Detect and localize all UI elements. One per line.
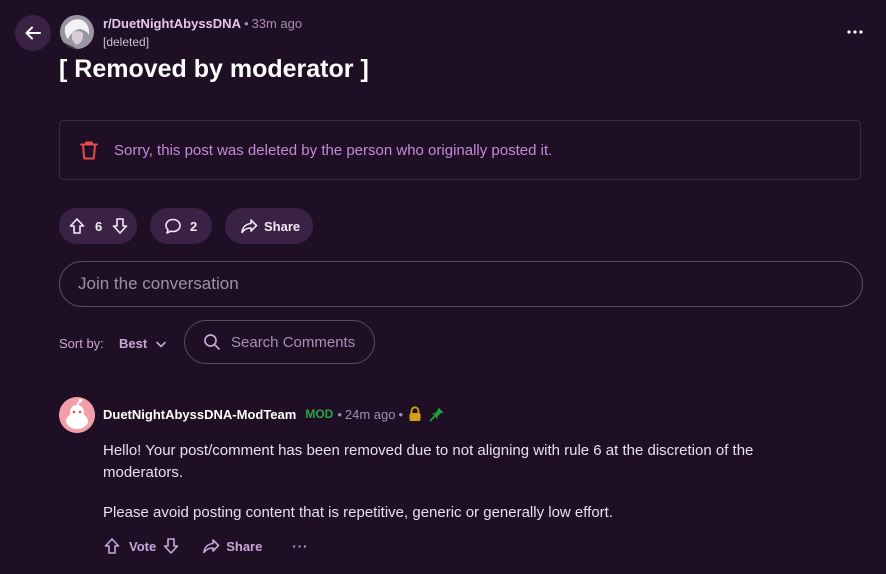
search-placeholder: Search Comments: [231, 333, 356, 351]
trash-icon: [80, 141, 98, 160]
comment-actions: Vote Share ···: [103, 535, 308, 557]
notice-text: Sorry, this post was deleted by the pers…: [114, 141, 553, 159]
comment-more-button[interactable]: ···: [292, 539, 308, 554]
join-placeholder: Join the conversation: [78, 274, 239, 293]
comment-meta: DuetNightAbyssDNA-ModTeam MOD • 24m ago …: [103, 406, 445, 422]
comment-time: 24m ago: [344, 406, 396, 422]
share-button[interactable]: Share: [225, 208, 313, 244]
post-meta: r/DuetNightAbyssDNA • 33m ago: [103, 16, 302, 31]
comment-upvote-button[interactable]: [103, 537, 121, 555]
comment-downvote-button[interactable]: [162, 537, 180, 555]
sort-value: Best: [119, 336, 148, 351]
comments-button[interactable]: 2: [150, 208, 212, 244]
vote-count: 6: [95, 218, 103, 234]
downvote-icon: [163, 538, 179, 554]
upvote-icon: [69, 218, 85, 234]
pin-icon: [429, 407, 444, 422]
mod-badge: MOD: [305, 407, 334, 421]
comment-avatar[interactable]: [59, 397, 95, 433]
sort-label: Sort by:: [59, 336, 104, 351]
lock-icon: [409, 406, 421, 421]
share-label: Share: [264, 218, 301, 234]
comment-share-label: Share: [226, 538, 263, 554]
comment-separator: •: [337, 406, 342, 422]
comment-body-paragraph-2: Please avoid posting content that is rep…: [103, 504, 614, 521]
upvote-icon: [104, 538, 120, 554]
comment-body-paragraph-1: Hello! Your post/comment has been remove…: [103, 442, 754, 481]
subreddit-avatar[interactable]: [60, 15, 94, 49]
post-title: [ Removed by moderator ]: [59, 55, 369, 83]
comment-icon: [165, 218, 181, 234]
deleted-notice: Sorry, this post was deleted by the pers…: [59, 120, 861, 180]
downvote-button[interactable]: [111, 217, 129, 235]
post-time: 33m ago: [251, 16, 303, 31]
sort-dropdown[interactable]: Best: [119, 336, 167, 351]
comment-separator-2: •: [398, 406, 404, 422]
comment-count: 2: [190, 218, 198, 234]
meta-separator: •: [243, 16, 249, 31]
more-horizontal-icon: [847, 30, 863, 34]
comment-author[interactable]: DuetNightAbyssDNA-ModTeam: [103, 407, 296, 422]
downvote-icon: [112, 218, 128, 234]
back-button[interactable]: [15, 15, 51, 51]
comment-share-button[interactable]: Share: [202, 537, 262, 555]
search-icon: [204, 334, 220, 350]
post-author: [deleted]: [103, 35, 150, 49]
join-conversation-input[interactable]: Join the conversation: [59, 261, 863, 307]
subreddit-name[interactable]: r/DuetNightAbyssDNA: [103, 16, 241, 31]
upvote-button[interactable]: [68, 217, 86, 235]
back-arrow-icon: [25, 26, 41, 40]
chevron-down-icon: [156, 341, 166, 347]
more-options-button[interactable]: [840, 22, 870, 42]
vote-pill: 6: [59, 208, 137, 244]
search-comments-input[interactable]: Search Comments: [184, 320, 375, 364]
comment-vote-label: Vote: [129, 538, 157, 554]
share-icon: [241, 219, 258, 234]
share-icon: [203, 539, 220, 554]
